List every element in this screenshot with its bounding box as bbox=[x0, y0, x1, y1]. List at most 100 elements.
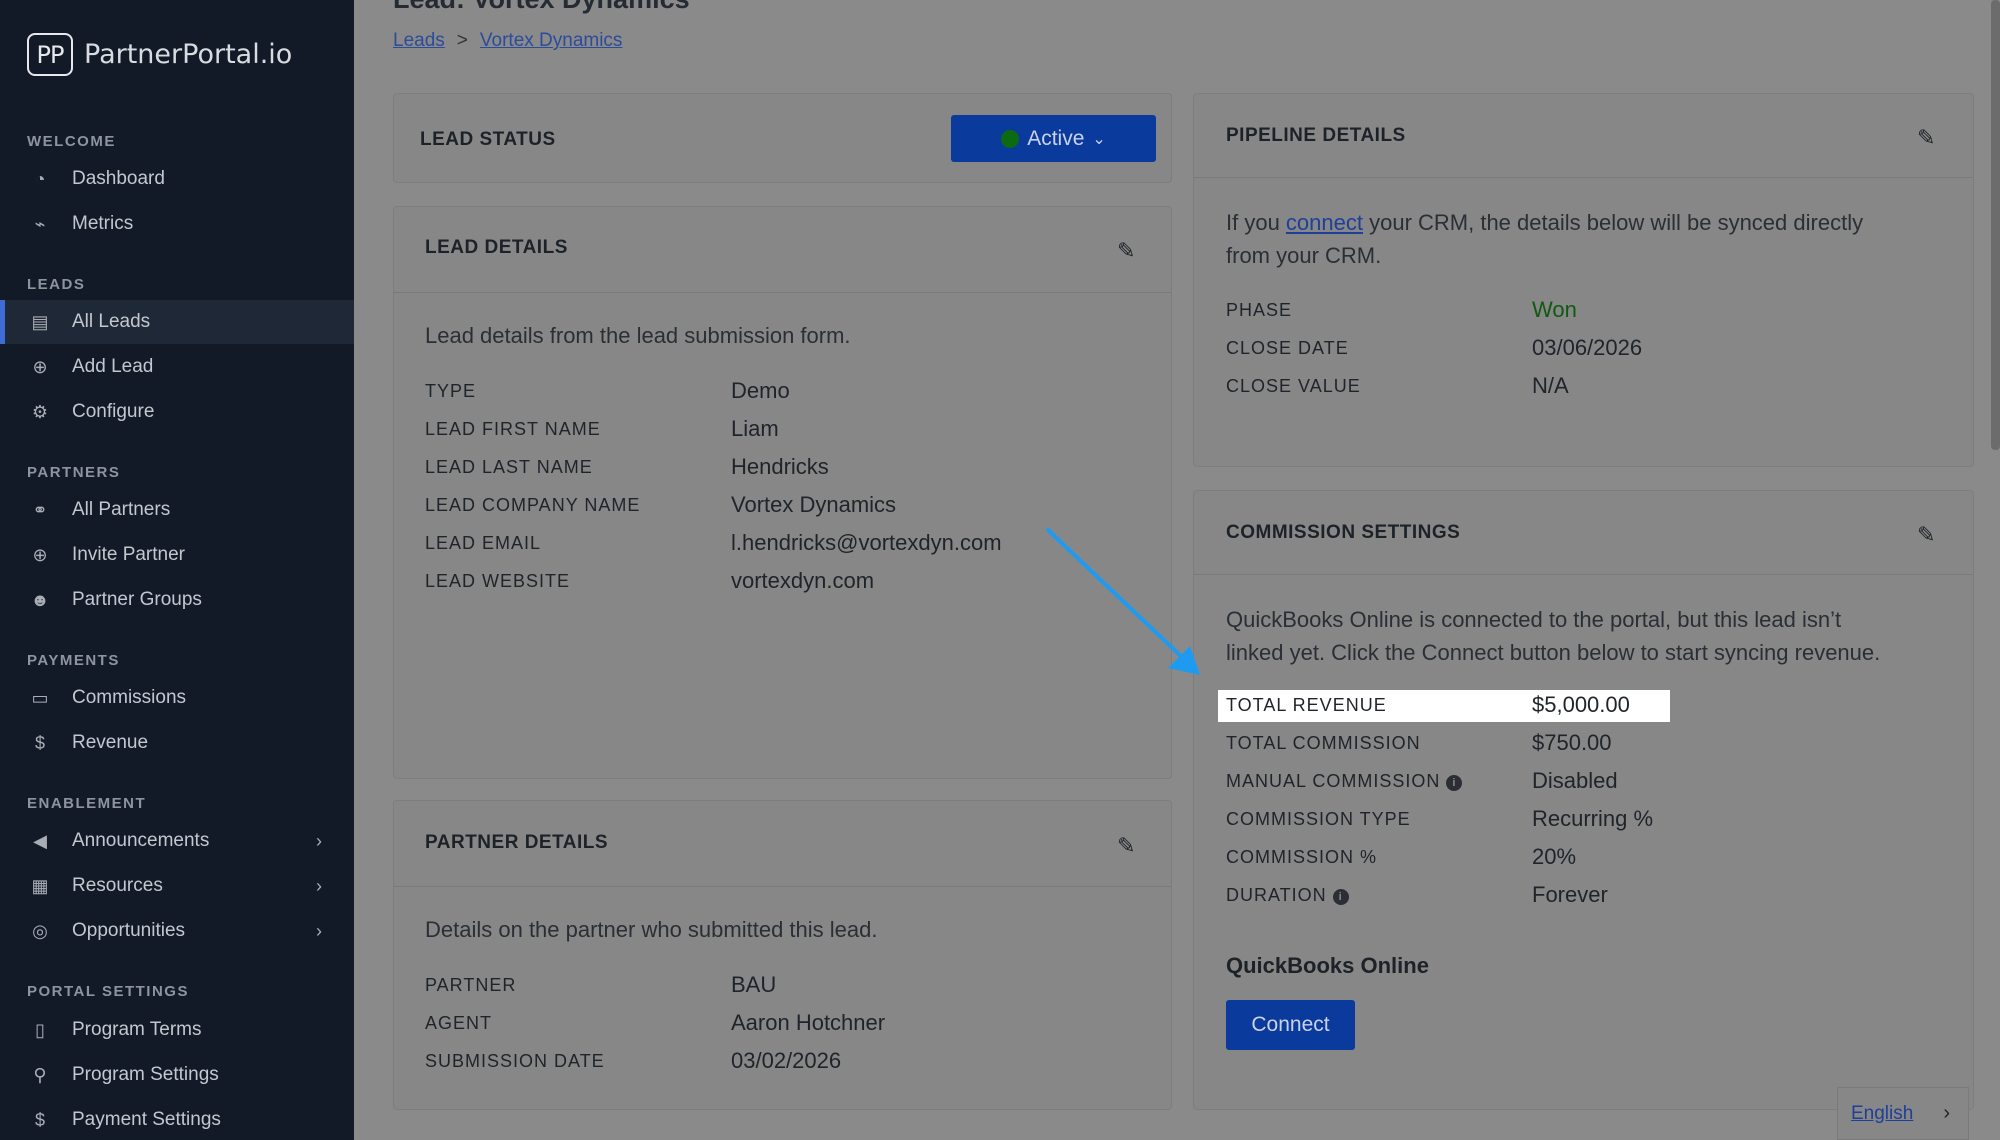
brand-logo[interactable]: PP PartnerPortal.io bbox=[27, 33, 292, 76]
sidebar-item-opportunities[interactable]: ◎ Opportunities › bbox=[0, 909, 354, 953]
sidebar-item-announcements[interactable]: ◀ Announcements › bbox=[0, 819, 354, 863]
language-selector[interactable]: English › bbox=[1837, 1087, 1969, 1140]
field-label-text: SUBMISSION DATE bbox=[425, 1051, 605, 1071]
field-label-text: PHASE bbox=[1226, 300, 1293, 320]
field-label-text: LEAD FIRST NAME bbox=[425, 419, 601, 439]
pencil-icon[interactable]: ✎ bbox=[1117, 238, 1141, 263]
sidebar-item-label: Payment Settings bbox=[72, 1109, 221, 1130]
field-value: 03/06/2026 bbox=[1532, 335, 1643, 360]
partner-details-title: PARTNER DETAILS bbox=[425, 832, 609, 853]
sidebar-item-invite-partner[interactable]: ⊕ Invite Partner bbox=[0, 533, 354, 577]
pencil-icon[interactable]: ✎ bbox=[1917, 125, 1941, 150]
dollar-icon: $ bbox=[34, 732, 45, 753]
sidebar-item-label: Program Settings bbox=[72, 1064, 219, 1085]
field-label: COMMISSION TYPE bbox=[1226, 809, 1411, 830]
pipeline-details-card bbox=[1193, 93, 1974, 467]
commission-settings-title: COMMISSION SETTINGS bbox=[1226, 522, 1461, 543]
field-value: Disabled bbox=[1532, 768, 1618, 793]
breadcrumb-leads-link[interactable]: Leads bbox=[393, 30, 445, 51]
commission-desc-line: linked yet. Click the Connect button bel… bbox=[1226, 640, 1881, 665]
field-value: Won bbox=[1532, 297, 1577, 322]
users-icon: ☻ bbox=[30, 589, 50, 610]
sidebar-item-label: Commissions bbox=[72, 687, 187, 708]
chevron-right-icon: › bbox=[316, 830, 322, 851]
sidebar-item-revenue[interactable]: $ Revenue bbox=[0, 721, 354, 765]
file-icon: ▯ bbox=[35, 1019, 45, 1040]
field-label: LEAD EMAIL bbox=[425, 533, 541, 554]
sidebar-item-metrics[interactable]: ⌁ Metrics bbox=[0, 202, 354, 246]
section-leads: LEADS bbox=[27, 276, 86, 293]
sidebar-item-label: All Leads bbox=[72, 311, 151, 332]
field-value: Liam bbox=[731, 416, 779, 441]
pipeline-details-title: PIPELINE DETAILS bbox=[1226, 125, 1406, 146]
field-label-text: TOTAL COMMISSION bbox=[1226, 733, 1421, 753]
sidebar-item-program-terms[interactable]: ▯ Program Terms bbox=[0, 1008, 354, 1052]
field-label-text: AGENT bbox=[425, 1013, 493, 1033]
connect-button[interactable]: Connect bbox=[1226, 1000, 1355, 1050]
pipeline-desc-text: If you bbox=[1226, 210, 1286, 235]
chevron-right-icon: › bbox=[316, 920, 322, 941]
award-icon: ⚲ bbox=[33, 1064, 47, 1085]
sidebar-item-label: Announcements bbox=[72, 830, 210, 851]
sidebar-item-dashboard[interactable]: ◔ Dashboard bbox=[0, 157, 354, 201]
field-label: LEAD FIRST NAME bbox=[425, 419, 601, 440]
sidebar-item-payment-settings[interactable]: $ Payment Settings bbox=[0, 1098, 354, 1140]
logo-mark: PP bbox=[27, 33, 73, 76]
book-icon: ▦ bbox=[31, 875, 49, 896]
field-value: Aaron Hotchner bbox=[731, 1010, 886, 1035]
commission-desc-line: QuickBooks Online is connected to the po… bbox=[1226, 607, 1842, 632]
field-label-text: DURATION bbox=[1226, 885, 1327, 905]
field-value: Recurring % bbox=[1532, 806, 1654, 831]
brand-name: PartnerPortal.io bbox=[84, 39, 293, 70]
section-enablement: ENABLEMENT bbox=[27, 795, 147, 812]
line-chart-icon: ⌁ bbox=[34, 213, 46, 234]
pipeline-desc-text: your CRM, the details below will be sync… bbox=[1362, 210, 1864, 235]
field-value: BAU bbox=[731, 972, 777, 997]
language-label: English bbox=[1851, 1102, 1914, 1124]
plus-circle-icon: ⊕ bbox=[32, 544, 48, 565]
field-label: PARTNER bbox=[425, 975, 516, 996]
section-welcome: WELCOME bbox=[27, 133, 116, 150]
sidebar-item-all-leads[interactable]: ▤ All Leads bbox=[0, 300, 354, 344]
field-label: LEAD WEBSITE bbox=[425, 571, 570, 592]
page-title: Lead: Vortex Dynamics bbox=[393, 0, 690, 15]
breadcrumb-separator: > bbox=[456, 30, 468, 51]
chevron-down-icon: ⌄ bbox=[1092, 130, 1106, 148]
sidebar-item-add-lead[interactable]: ⊕ Add Lead bbox=[0, 345, 354, 389]
sidebar-item-configure[interactable]: ⚙ Configure bbox=[0, 390, 354, 434]
field-label-text: PARTNER bbox=[425, 975, 517, 995]
field-label-text: LEAD LAST NAME bbox=[425, 457, 593, 477]
field-value: l.hendricks@vortexdyn.com bbox=[731, 530, 1002, 555]
sidebar-item-commissions[interactable]: ▭ Commissions bbox=[0, 676, 354, 720]
field-value: $5,000.00 bbox=[1532, 692, 1630, 717]
field-label: TYPE bbox=[425, 381, 476, 402]
sidebar-item-partner-groups[interactable]: ☻ Partner Groups bbox=[0, 578, 354, 622]
info-icon[interactable]: i bbox=[1446, 775, 1463, 791]
field-label-text: TOTAL REVENUE bbox=[1226, 695, 1387, 715]
status-dropdown[interactable]: Active ⌄ bbox=[951, 115, 1156, 162]
field-label-text: LEAD COMPANY NAME bbox=[425, 495, 641, 515]
sidebar-item-program-settings[interactable]: ⚲ Program Settings bbox=[0, 1053, 354, 1097]
scrollbar[interactable] bbox=[1991, 0, 2000, 450]
quickbooks-title: QuickBooks Online bbox=[1226, 953, 1429, 978]
info-icon[interactable]: i bbox=[1332, 889, 1349, 905]
field-value: Vortex Dynamics bbox=[731, 492, 897, 517]
field-value: Forever bbox=[1532, 882, 1608, 907]
sidebar-item-all-partners[interactable]: ⚭ All Partners bbox=[0, 488, 354, 532]
lead-details-description: Lead details from the lead submission fo… bbox=[425, 323, 851, 348]
partner-details-description: Details on the partner who submitted thi… bbox=[425, 917, 878, 942]
section-partners: PARTNERS bbox=[27, 464, 121, 481]
breadcrumb-current-link[interactable]: Vortex Dynamics bbox=[480, 30, 623, 51]
sidebar-item-label: Add Lead bbox=[72, 356, 154, 377]
field-label: AGENT bbox=[425, 1013, 492, 1034]
sidebar-item-label: Configure bbox=[72, 401, 155, 422]
clipboard-icon: ▤ bbox=[31, 311, 49, 332]
field-value: vortexdyn.com bbox=[731, 568, 875, 593]
connect-crm-link[interactable]: connect bbox=[1286, 210, 1363, 235]
field-label-text: CLOSE VALUE bbox=[1226, 376, 1361, 396]
plus-circle-icon: ⊕ bbox=[32, 356, 48, 377]
pencil-icon[interactable]: ✎ bbox=[1117, 833, 1141, 858]
sidebar-item-label: Metrics bbox=[72, 213, 134, 234]
sidebar-item-resources[interactable]: ▦ Resources › bbox=[0, 864, 354, 908]
pencil-icon[interactable]: ✎ bbox=[1917, 522, 1941, 547]
